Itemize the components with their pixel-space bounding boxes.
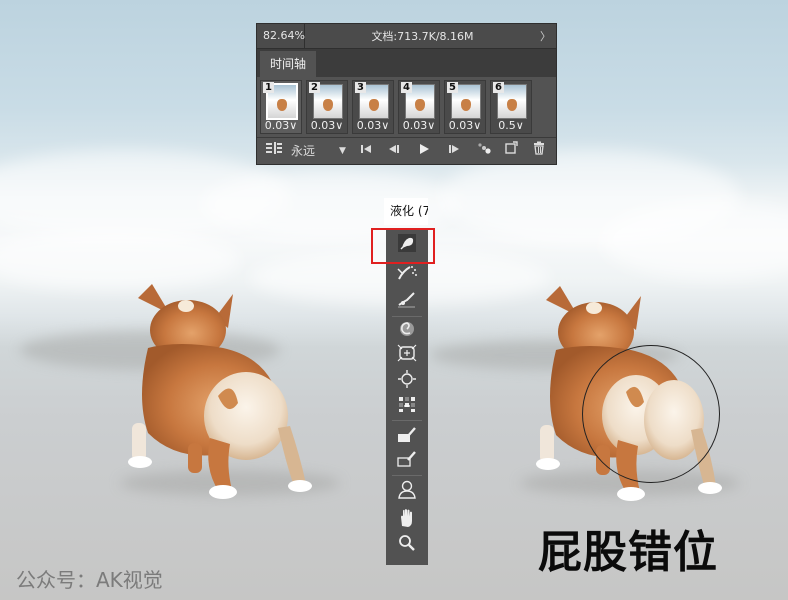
pucker-icon[interactable] xyxy=(395,342,419,364)
caption-text: 屁股错位 xyxy=(538,527,718,578)
push-left-icon[interactable] xyxy=(395,393,419,415)
frame-number: 2 xyxy=(309,82,320,93)
playback-controls: 永远 ▼ xyxy=(257,137,556,164)
timeline-panel: 82.64% 文档:713.7K/8.16M 〉 时间轴 1 0.03∨ 2 0… xyxy=(256,23,557,165)
document-info: 文档:713.7K/8.16M xyxy=(371,30,474,43)
loop-label: 永远 xyxy=(291,144,316,158)
animation-frame[interactable]: 1 0.03∨ xyxy=(260,80,302,134)
frame-delay-dropdown[interactable]: 0.03∨ xyxy=(307,119,347,132)
hand-icon[interactable] xyxy=(395,507,419,529)
new-frame-icon[interactable] xyxy=(502,141,520,161)
loop-dropdown[interactable]: 永远 ▼ xyxy=(291,141,351,161)
twirl-icon[interactable] xyxy=(395,318,419,340)
frame-delay-dropdown[interactable]: 0.5∨ xyxy=(491,119,531,132)
frame-number: 6 xyxy=(493,82,504,93)
frame-delay-dropdown[interactable]: 0.03∨ xyxy=(261,119,301,132)
delete-icon[interactable] xyxy=(530,141,548,161)
tween-icon[interactable] xyxy=(475,141,493,161)
frame-strip: 1 0.03∨ 2 0.03∨ 3 0.03∨ 4 0.03∨ 5 0.03∨ … xyxy=(257,77,556,137)
first-frame-icon[interactable] xyxy=(357,141,375,161)
animation-frame[interactable]: 2 0.03∨ xyxy=(306,80,348,134)
frame-delay-dropdown[interactable]: 0.03∨ xyxy=(399,119,439,132)
corgi-original xyxy=(118,278,318,507)
face-tool-icon[interactable] xyxy=(395,478,419,500)
animation-frame[interactable]: 5 0.03∨ xyxy=(444,80,486,134)
freeze-mask-icon[interactable] xyxy=(395,424,419,446)
next-frame-icon[interactable] xyxy=(445,141,463,161)
thaw-mask-icon[interactable] xyxy=(395,448,419,470)
highlight-circle xyxy=(582,345,720,483)
reconstruct-icon[interactable] xyxy=(395,261,419,283)
status-bar: 82.64% 文档:713.7K/8.16M 〉 xyxy=(257,24,556,49)
panel-tabs: 时间轴 xyxy=(257,49,556,77)
timeline-options-icon[interactable] xyxy=(265,141,283,161)
play-icon[interactable] xyxy=(415,141,433,161)
zoom-level[interactable]: 82.64% xyxy=(257,24,305,48)
animation-frame[interactable]: 3 0.03∨ xyxy=(352,80,394,134)
bloat-icon[interactable] xyxy=(395,368,419,390)
previous-frame-icon[interactable] xyxy=(385,141,403,161)
smooth-icon[interactable] xyxy=(395,288,419,310)
animation-frame[interactable]: 4 0.03∨ xyxy=(398,80,440,134)
liquify-toolbar xyxy=(386,228,428,565)
frame-delay-dropdown[interactable]: 0.03∨ xyxy=(353,119,393,132)
frame-number: 3 xyxy=(355,82,366,93)
status-more-icon[interactable]: 〉 xyxy=(540,28,556,44)
liquify-dialog-title: 液化 (7 xyxy=(384,198,428,225)
frame-number: 4 xyxy=(401,82,412,93)
watermark: 公众号：AK视觉 xyxy=(16,568,163,592)
tool-highlight-box xyxy=(371,228,435,264)
frame-delay-dropdown[interactable]: 0.03∨ xyxy=(445,119,485,132)
zoom-icon[interactable] xyxy=(395,532,419,554)
dropdown-arrow-icon: ▼ xyxy=(339,146,346,156)
tab-timeline[interactable]: 时间轴 xyxy=(260,51,317,77)
animation-frame[interactable]: 6 0.5∨ xyxy=(490,80,532,134)
frame-number: 5 xyxy=(447,82,458,93)
frame-number: 1 xyxy=(263,82,274,93)
